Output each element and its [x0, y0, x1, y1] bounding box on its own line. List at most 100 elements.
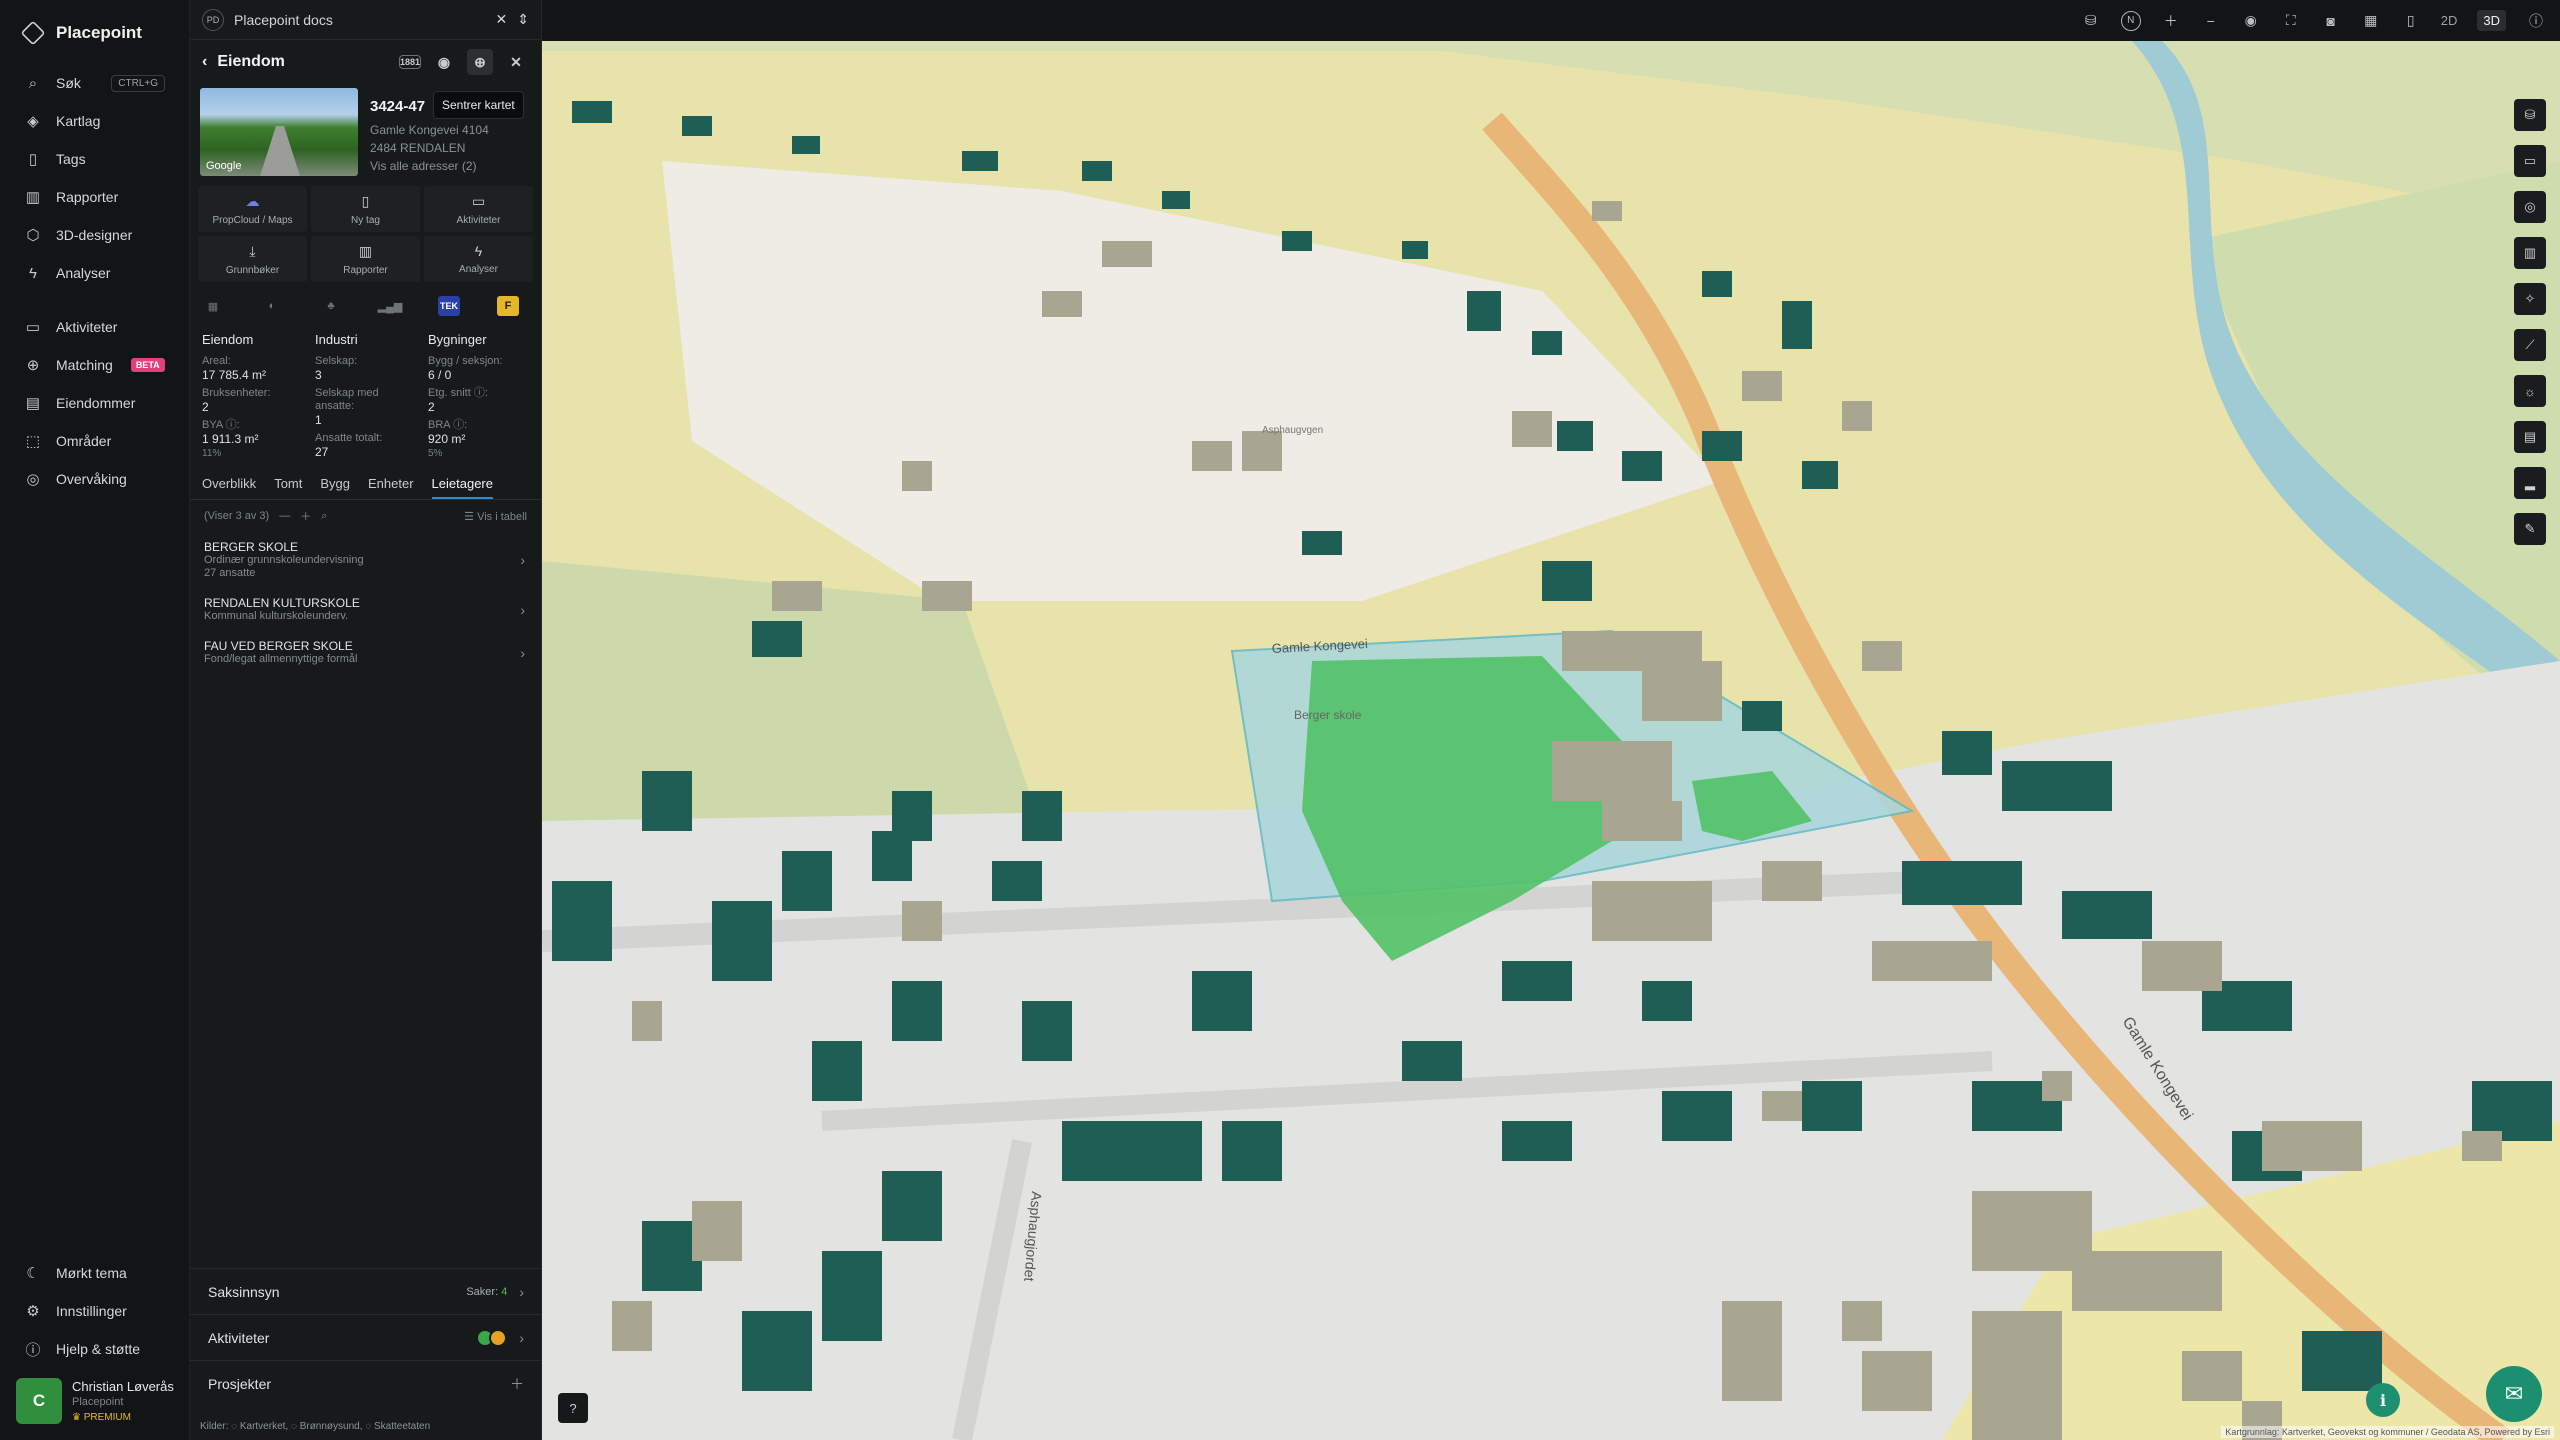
close-icon[interactable]: ✕ [496, 11, 508, 28]
stats-header: Industri [315, 332, 358, 347]
show-all-addresses-link[interactable]: Vis alle adresser (2) [370, 157, 531, 175]
expand-icon[interactable]: ⇕ [517, 11, 529, 28]
moon-icon: ☾ [26, 1265, 40, 1282]
bookmark-icon[interactable]: ▯ [2401, 11, 2421, 31]
nav-item-eiendommer[interactable]: ▤ Eiendommer [0, 384, 189, 422]
nav-item-help[interactable]: ⓘ Hjelp & støtte [0, 1330, 190, 1368]
land-register-button[interactable]: ⤓ Grunnbøker [198, 236, 307, 282]
list-count: (Viser 3 av 3) [204, 510, 270, 522]
user-profile[interactable]: C Christian Løverås Placepoint ♛ PREMIUM [16, 1378, 174, 1424]
section-saksinnsyn[interactable]: Saksinnsyn Saker: 4 › [190, 1268, 542, 1314]
layers-stack-icon[interactable]: ⛁ [2081, 11, 2101, 31]
mode-2d-button[interactable]: 2D [2441, 13, 2458, 28]
add-project-icon[interactable]: ＋ [510, 1374, 524, 1394]
layers-icon: ◈ [27, 113, 39, 130]
property-address[interactable]: Gamle Kongevei 4104 [370, 121, 531, 139]
collapse-icon[interactable]: — [279, 510, 290, 522]
new-tag-button[interactable]: ▯ Ny tag [311, 186, 420, 232]
stats-tool-icon[interactable]: ▤ [2514, 421, 2546, 453]
tab-overblikk[interactable]: Overblikk [202, 476, 256, 499]
pin-tool-icon[interactable]: ✧ [2514, 283, 2546, 315]
map-register-icon[interactable]: ▦ [202, 296, 224, 316]
add-icon[interactable]: ＋ [300, 508, 311, 524]
nav-label: Tags [56, 151, 86, 167]
farm-icon[interactable]: ♣ [320, 296, 342, 316]
activities-button[interactable]: ▭ Aktiviteter [424, 186, 533, 232]
list-item[interactable]: RENDALEN KULTURSKOLE Kommunal kulturskol… [190, 588, 541, 631]
nav-item-rapporter[interactable]: ▥ Rapporter [0, 178, 189, 216]
back-icon[interactable]: ‹ [202, 53, 207, 71]
1881-icon[interactable]: 1881 [399, 55, 421, 69]
left-navigation: Placepoint ⌕ Søk CTRL+G ◈ Kartlag ▯ Tags… [0, 0, 190, 1440]
sun-tool-icon[interactable]: ☼ [2514, 375, 2546, 407]
info-icon[interactable]: ⓘ [2526, 11, 2546, 31]
stats-header: Bygninger [428, 332, 487, 347]
brand[interactable]: Placepoint [0, 0, 189, 64]
stats-col-industri: Industri Selskap: 3 Selskap med ansatte:… [315, 326, 416, 464]
tab-leietagere[interactable]: Leietagere [431, 476, 493, 499]
nav-item-overvaking[interactable]: ◎ Overvåking [0, 460, 189, 498]
nav-item-omrader[interactable]: ⬚ Områder [0, 422, 189, 460]
grid-icon[interactable]: ▦ [2361, 11, 2381, 31]
section-prosjekter[interactable]: Prosjekter ＋ [190, 1360, 542, 1406]
nav-item-matching[interactable]: ⊕ Matching BETA [0, 346, 189, 384]
list-item[interactable]: FAU VED BERGER SKOLE Fond/legat allmenny… [190, 631, 541, 674]
bookmark-icon: ▯ [361, 192, 370, 209]
info-button[interactable]: i [2366, 1383, 2400, 1417]
stat-label: Selskap med ansatte: [315, 387, 379, 412]
zoom-out-icon[interactable]: − [2201, 11, 2221, 31]
f-badge-icon[interactable]: F [497, 296, 519, 316]
panel-header: ‹ Eiendom 1881 ◉ ⊕ ✕ [190, 40, 541, 84]
chart-tool-icon[interactable]: ▥ [2514, 237, 2546, 269]
section-aktiviteter[interactable]: Aktiviteter › [190, 1314, 542, 1360]
tab-enheter[interactable]: Enheter [368, 476, 414, 499]
doc-title[interactable]: Placepoint docs [234, 12, 333, 28]
cloud-icon: ☁ [245, 192, 260, 209]
nav-item-tags[interactable]: ▯ Tags [0, 140, 189, 178]
help-button[interactable]: ? [558, 1393, 588, 1423]
compass-north-button[interactable]: N [2120, 10, 2141, 31]
view-tool-icon[interactable]: ◎ [2514, 191, 2546, 223]
eye-icon[interactable]: ◉ [2241, 11, 2261, 31]
close-panel-icon[interactable]: ✕ [503, 49, 529, 75]
activity-avatar [489, 1328, 508, 1347]
tab-bygg[interactable]: Bygg [320, 476, 350, 499]
nav-label: Mørkt tema [56, 1265, 127, 1281]
map-view[interactable]: Gamle Kongevei Berger skole Gamle Kongev… [542, 41, 2560, 1440]
tab-tomt[interactable]: Tomt [274, 476, 302, 499]
fullscreen-icon[interactable]: ⛶ [2281, 11, 2301, 31]
nav-item-kartlag[interactable]: ◈ Kartlag [0, 102, 189, 140]
chat-button[interactable]: ✉ [2486, 1366, 2542, 1422]
zoom-in-icon[interactable]: ＋ [2161, 11, 2181, 31]
tek-icon[interactable]: TEK [438, 296, 460, 316]
center-map-icon[interactable]: ⊕ [467, 49, 493, 75]
nav-item-dark-theme[interactable]: ☾ Mørkt tema [0, 1254, 190, 1292]
bars-tool-icon[interactable]: ▂ [2514, 467, 2546, 499]
reports-button[interactable]: ▥ Rapporter [311, 236, 420, 282]
street-view-photo[interactable]: Google [200, 88, 358, 176]
section-title: Saksinnsyn [208, 1283, 280, 1300]
globe-icon[interactable]: ◐ [261, 296, 283, 316]
camera-icon[interactable]: ◙ [2321, 11, 2341, 31]
layers-tool-icon[interactable]: ⛁ [2514, 99, 2546, 131]
nav-item-settings[interactable]: ⚙ Innstillinger [0, 1292, 190, 1330]
nav-item-3d-designer[interactable]: ⬡ 3D-designer [0, 216, 189, 254]
eye-icon[interactable]: ◉ [431, 49, 457, 75]
property-panel: PD Placepoint docs ✕ ⇕ ‹ Eiendom 1881 ◉ … [190, 0, 542, 1440]
nav-item-sok[interactable]: ⌕ Søk CTRL+G [0, 64, 189, 102]
measure-icon[interactable]: ▭ [2514, 145, 2546, 177]
nav-label: Kartlag [56, 113, 101, 129]
propcloud-button[interactable]: ☁ PropCloud / Maps [198, 186, 307, 232]
nav-label: Rapporter [56, 189, 119, 205]
nav-item-aktiviteter[interactable]: ▭ Aktiviteter [0, 308, 189, 346]
nav-item-analyser[interactable]: ϟ Analyser [0, 254, 189, 292]
edit-tool-icon[interactable]: ✎ [2514, 513, 2546, 545]
list-item[interactable]: BERGER SKOLE Ordinær grunnskoleundervisn… [190, 532, 541, 588]
bars-icon[interactable]: ▂▄▆ [378, 296, 403, 316]
profile-tool-icon[interactable]: ⟋ [2514, 329, 2546, 361]
stat-sub: 11% [202, 448, 222, 459]
table-view-toggle[interactable]: ☰ Vis i tabell [464, 510, 527, 523]
search-icon[interactable]: ⌕ [321, 510, 327, 523]
mode-3d-button[interactable]: 3D [2477, 10, 2506, 31]
analyses-button[interactable]: ϟ Analyser [424, 236, 533, 282]
